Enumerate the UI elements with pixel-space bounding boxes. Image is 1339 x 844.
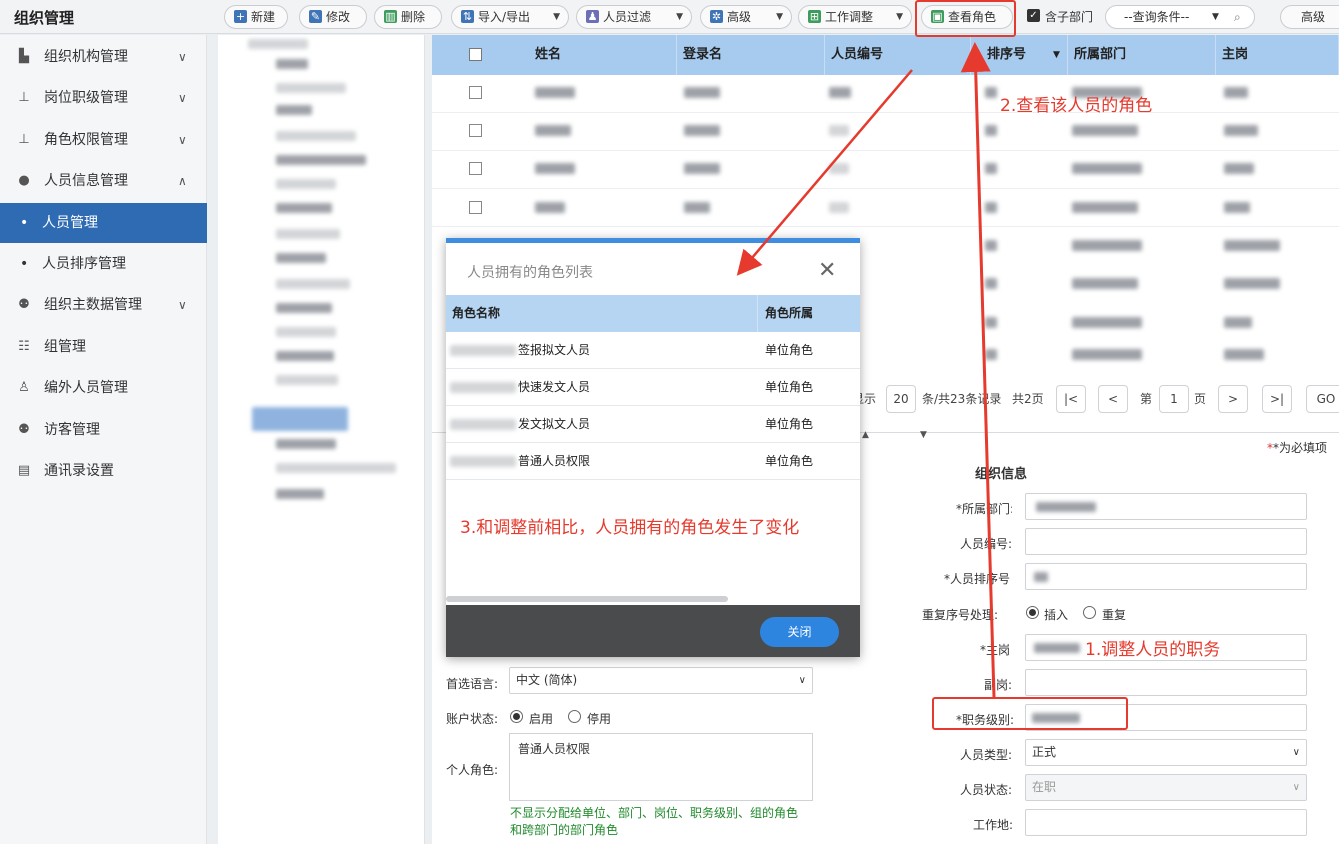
annotation-step2: 2.查看该人员的角色 — [1000, 96, 1153, 116]
annotation-arrows — [736, 42, 996, 698]
annotation-step3: 3.和调整前相比，人员拥有的角色发生了变化 — [460, 518, 800, 538]
app-window: 组织管理 + 新建 ✎ 修改 ▥ 删除 ⇅ 导入/导出 ▼ ♟ 人员过滤 ▼ ✲… — [0, 0, 1339, 844]
annotation-step1: 1.调整人员的职务 — [1085, 640, 1221, 660]
